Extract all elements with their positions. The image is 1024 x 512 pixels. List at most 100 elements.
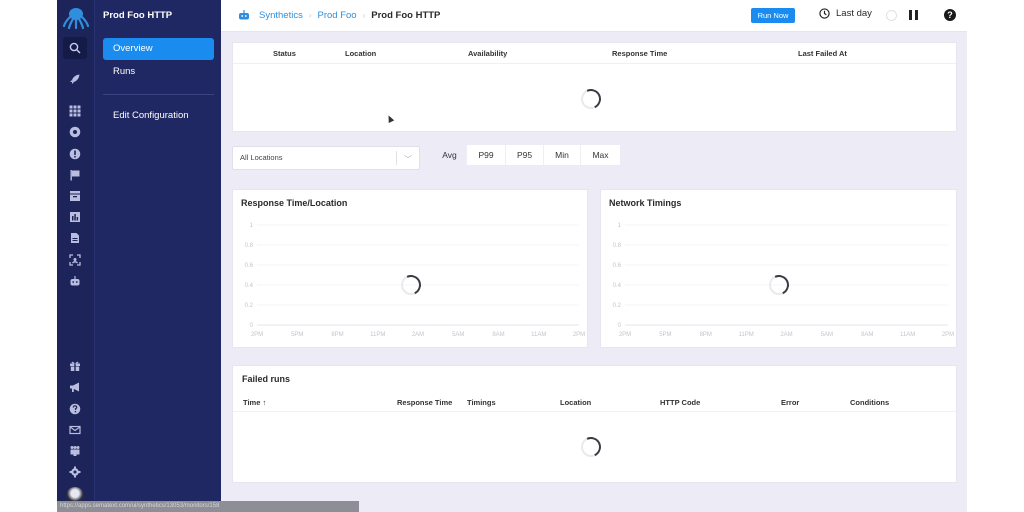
gift-icon[interactable] bbox=[66, 357, 84, 375]
help-circle-icon[interactable] bbox=[66, 400, 84, 418]
column-header-response-time[interactable]: Response Time bbox=[397, 398, 452, 407]
breadcrumb-prod-foo[interactable]: Prod Foo bbox=[318, 10, 357, 21]
y-tick-label: 0.8 bbox=[245, 243, 254, 249]
help-icon[interactable]: ? bbox=[944, 9, 956, 21]
team-icon[interactable] bbox=[66, 442, 84, 460]
network-timings-chart: Network Timings 0 0.2 0.4 0.6 0.8 1 2PM 5PM 8PM 1… bbox=[600, 189, 957, 348]
column-header-location[interactable]: Location bbox=[560, 398, 591, 407]
select-divider bbox=[396, 151, 397, 165]
sort-ascending-icon: ↑ bbox=[262, 398, 267, 407]
aggregation-p95-button[interactable]: P95 bbox=[506, 145, 544, 165]
clock-icon bbox=[819, 8, 830, 19]
x-tick-label: 2PM bbox=[619, 332, 631, 338]
subnav-item-overview[interactable]: Overview bbox=[103, 38, 214, 60]
x-tick-label: 2AM bbox=[412, 332, 424, 338]
status-table-header: Status Location Availability Response Ti… bbox=[233, 43, 956, 64]
status-table: Status Location Availability Response Ti… bbox=[232, 42, 957, 132]
settings-gear-icon[interactable] bbox=[66, 463, 84, 481]
x-tick-label: 5PM bbox=[659, 332, 671, 338]
x-tick-label: 11AM bbox=[900, 332, 915, 338]
breadcrumb-current: Prod Foo HTTP bbox=[371, 9, 441, 21]
location-select-value: All Locations bbox=[240, 153, 283, 162]
run-now-button[interactable]: Run Now bbox=[751, 8, 795, 23]
octopus-logo-icon[interactable] bbox=[62, 6, 90, 30]
alert-icon[interactable] bbox=[66, 145, 84, 163]
subnav-divider bbox=[103, 94, 214, 95]
chevron-down-icon: ﹀ bbox=[404, 155, 412, 164]
x-tick-label: 2PM bbox=[573, 332, 585, 338]
y-tick-label: 0.4 bbox=[613, 283, 622, 289]
monitor-title: Prod Foo HTTP bbox=[103, 10, 173, 21]
time-range-label: Last day bbox=[836, 8, 872, 19]
synthetics-robot-icon bbox=[239, 10, 249, 20]
aggregation-max-button[interactable]: Max bbox=[581, 145, 620, 165]
aggregation-avg-button[interactable]: Avg bbox=[433, 145, 467, 165]
failed-runs-table: Failed runs Time ↑ Response Time Timings… bbox=[232, 365, 957, 483]
column-header-conditions[interactable]: Conditions bbox=[850, 398, 889, 407]
column-header-timings[interactable]: Timings bbox=[467, 398, 496, 407]
browser-status-url: https://apps.sematext.com/ui/synthetics/… bbox=[57, 501, 359, 512]
y-tick-label: 1 bbox=[250, 223, 254, 229]
x-tick-label: 11AM bbox=[531, 332, 546, 338]
failed-runs-header: Time ↑ Response Time Timings Location HT… bbox=[233, 394, 956, 412]
column-header-error[interactable]: Error bbox=[781, 398, 799, 407]
search-icon[interactable] bbox=[63, 37, 87, 59]
synthetics-robot-icon[interactable] bbox=[66, 272, 84, 290]
column-header-status[interactable]: Status bbox=[273, 49, 296, 58]
x-tick-label: 8PM bbox=[700, 332, 712, 338]
y-tick-label: 0.4 bbox=[245, 283, 254, 289]
apps-grid-icon[interactable] bbox=[66, 102, 84, 120]
y-tick-label: 0.6 bbox=[613, 263, 622, 269]
breadcrumb: Synthetics › Prod Foo › Prod Foo HTTP bbox=[238, 9, 440, 21]
app-window: Prod Foo HTTP Overview Runs Edit Configu… bbox=[57, 0, 967, 512]
x-tick-label: 5AM bbox=[452, 332, 464, 338]
y-tick-label: 0.8 bbox=[613, 243, 622, 249]
aggregation-toggle-group: Avg P99 P95 Min Max bbox=[433, 145, 620, 165]
dashboard-gauge-icon[interactable] bbox=[66, 123, 84, 141]
icon-rail bbox=[57, 0, 94, 512]
column-header-http-code[interactable]: HTTP Code bbox=[660, 398, 700, 407]
x-tick-label: 11PM bbox=[370, 332, 385, 338]
subnav-item-runs[interactable]: Runs bbox=[103, 61, 214, 83]
x-tick-label: 5PM bbox=[291, 332, 303, 338]
flag-icon[interactable] bbox=[66, 166, 84, 184]
pause-icon[interactable] bbox=[909, 10, 918, 20]
x-tick-label: 11PM bbox=[739, 332, 754, 338]
column-header-response-time[interactable]: Response Time bbox=[612, 49, 667, 58]
column-header-last-failed-at[interactable]: Last Failed At bbox=[798, 49, 847, 58]
aggregation-p99-button[interactable]: P99 bbox=[467, 145, 506, 165]
chart-plot-area: 0 0.2 0.4 0.6 0.8 1 2PM 5PM 8PM 11PM 2AM 5AM 8AM 11AM… bbox=[613, 223, 955, 338]
column-header-time[interactable]: Time ↑ bbox=[243, 398, 266, 407]
y-tick-label: 0.2 bbox=[613, 303, 622, 309]
y-tick-label: 0 bbox=[618, 323, 622, 329]
subnav-item-edit-configuration[interactable]: Edit Configuration bbox=[103, 105, 214, 127]
column-header-availability[interactable]: Availability bbox=[468, 49, 507, 58]
y-tick-label: 0 bbox=[250, 323, 254, 329]
aggregation-min-button[interactable]: Min bbox=[544, 145, 581, 165]
x-tick-label: 2PM bbox=[251, 332, 263, 338]
loading-spinner-icon bbox=[769, 275, 789, 295]
mail-icon[interactable] bbox=[66, 421, 84, 439]
top-bar: Synthetics › Prod Foo › Prod Foo HTTP Ru… bbox=[221, 0, 967, 32]
time-range-picker[interactable]: Last day bbox=[819, 8, 872, 19]
megaphone-icon[interactable] bbox=[66, 378, 84, 396]
column-header-location[interactable]: Location bbox=[345, 49, 376, 58]
breadcrumb-synthetics[interactable]: Synthetics bbox=[259, 10, 303, 21]
reports-chart-icon[interactable] bbox=[66, 208, 84, 226]
column-header-time-label: Time bbox=[243, 398, 261, 407]
chart-plot-area: 0 0.2 0.4 0.6 0.8 1 2PM 5PM 8PM 11PM 2AM 5AM 8AM 11AM… bbox=[245, 223, 586, 338]
breadcrumb-separator-icon: › bbox=[308, 10, 312, 20]
refresh-icon[interactable] bbox=[886, 10, 897, 21]
monitor-subnav: Prod Foo HTTP Overview Runs Edit Configu… bbox=[94, 0, 221, 512]
scan-icon[interactable] bbox=[66, 251, 84, 269]
rocket-icon[interactable] bbox=[66, 70, 84, 88]
response-time-location-chart: Response Time/Location 0 0.2 0.4 0.6 0.8 1 2PM… bbox=[232, 189, 588, 348]
inbox-icon[interactable] bbox=[66, 187, 84, 205]
location-select[interactable]: All Locations ﹀ bbox=[232, 146, 420, 170]
failed-runs-title: Failed runs bbox=[242, 374, 291, 384]
loading-spinner-icon bbox=[401, 275, 421, 295]
x-tick-label: 2AM bbox=[780, 332, 792, 338]
x-tick-label: 8AM bbox=[492, 332, 504, 338]
document-icon[interactable] bbox=[66, 229, 84, 247]
y-tick-label: 1 bbox=[618, 223, 622, 229]
